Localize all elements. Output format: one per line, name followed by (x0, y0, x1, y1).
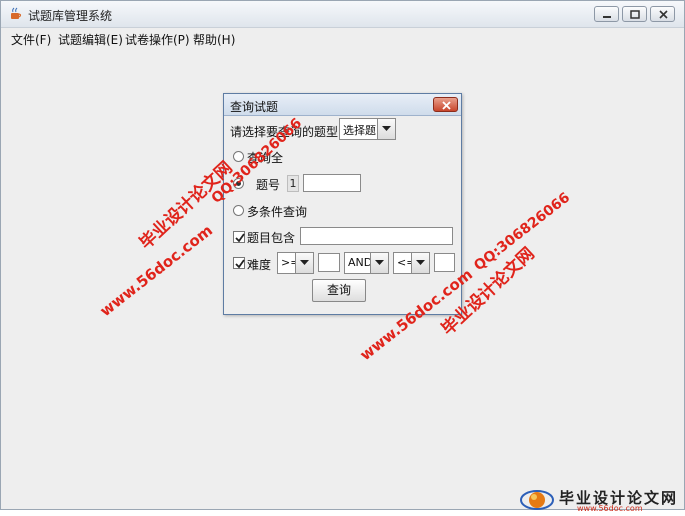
check-content-contains[interactable] (233, 231, 245, 243)
question-type-combo[interactable]: 选择题 (339, 118, 396, 140)
java-cup-icon (11, 7, 22, 19)
check-content-label: 题目包含 (247, 231, 296, 245)
logic-operator-combo[interactable]: AND (344, 252, 389, 274)
content-contains-input[interactable] (300, 227, 453, 245)
radio-by-id-label: 题号 (256, 178, 281, 192)
combo-arrow[interactable] (370, 253, 388, 273)
close-icon (659, 10, 668, 19)
id-spinner-value[interactable]: 1 (287, 175, 299, 192)
difficulty-max-operator-combo[interactable]: <= (393, 252, 430, 274)
radio-multi-condition[interactable] (233, 205, 244, 216)
menu-help[interactable]: 帮助(H) (193, 31, 235, 48)
difficulty-max-input[interactable] (434, 253, 455, 272)
menu-edit-questions[interactable]: 试题编辑(E) (58, 31, 123, 48)
close-button[interactable] (650, 6, 675, 22)
chevron-down-icon (300, 260, 309, 265)
id-input[interactable] (303, 174, 361, 192)
logo-emblem-icon (520, 490, 554, 510)
dialog-title: 查询试题 (230, 100, 279, 114)
query-button[interactable]: 查询 (312, 279, 366, 302)
minimize-icon (603, 16, 611, 18)
minimize-button[interactable] (594, 6, 619, 22)
radio-multi-condition-label: 多条件查询 (247, 205, 308, 219)
menu-file[interactable]: 文件(F) (11, 31, 51, 48)
chevron-down-icon (416, 260, 425, 265)
dialog-close-button[interactable] (433, 97, 458, 112)
maximize-icon (630, 10, 640, 19)
chevron-down-icon (382, 126, 391, 131)
difficulty-min-input[interactable] (318, 253, 340, 272)
chevron-down-icon (375, 260, 384, 265)
logo-url: www.56doc.com (577, 504, 643, 513)
check-difficulty[interactable] (233, 257, 245, 269)
difficulty-min-operator-combo[interactable]: >= (277, 252, 314, 274)
combo-arrow[interactable] (377, 119, 395, 139)
logic-operator: AND (348, 256, 373, 269)
dialog-titlebar[interactable]: 查询试题 (224, 94, 461, 116)
radio-query-all[interactable] (233, 151, 244, 162)
combo-arrow[interactable] (411, 253, 429, 273)
checkmark-icon (235, 233, 245, 243)
check-difficulty-label: 难度 (247, 258, 272, 272)
checkmark-icon (235, 259, 245, 269)
question-type-value: 选择题 (343, 124, 376, 137)
maximize-button[interactable] (622, 6, 647, 22)
menubar: 文件(F) 试题编辑(E) 试卷操作(P) 帮助(H) (1, 28, 684, 49)
window-title: 试题库管理系统 (28, 9, 113, 23)
close-icon (442, 101, 451, 110)
window-titlebar[interactable]: 试题库管理系统 (1, 1, 684, 28)
menu-paper-operations[interactable]: 试卷操作(P) (125, 31, 190, 48)
combo-arrow[interactable] (295, 253, 313, 273)
site-logo: 毕业设计论文网 www.56doc.com (519, 485, 683, 515)
